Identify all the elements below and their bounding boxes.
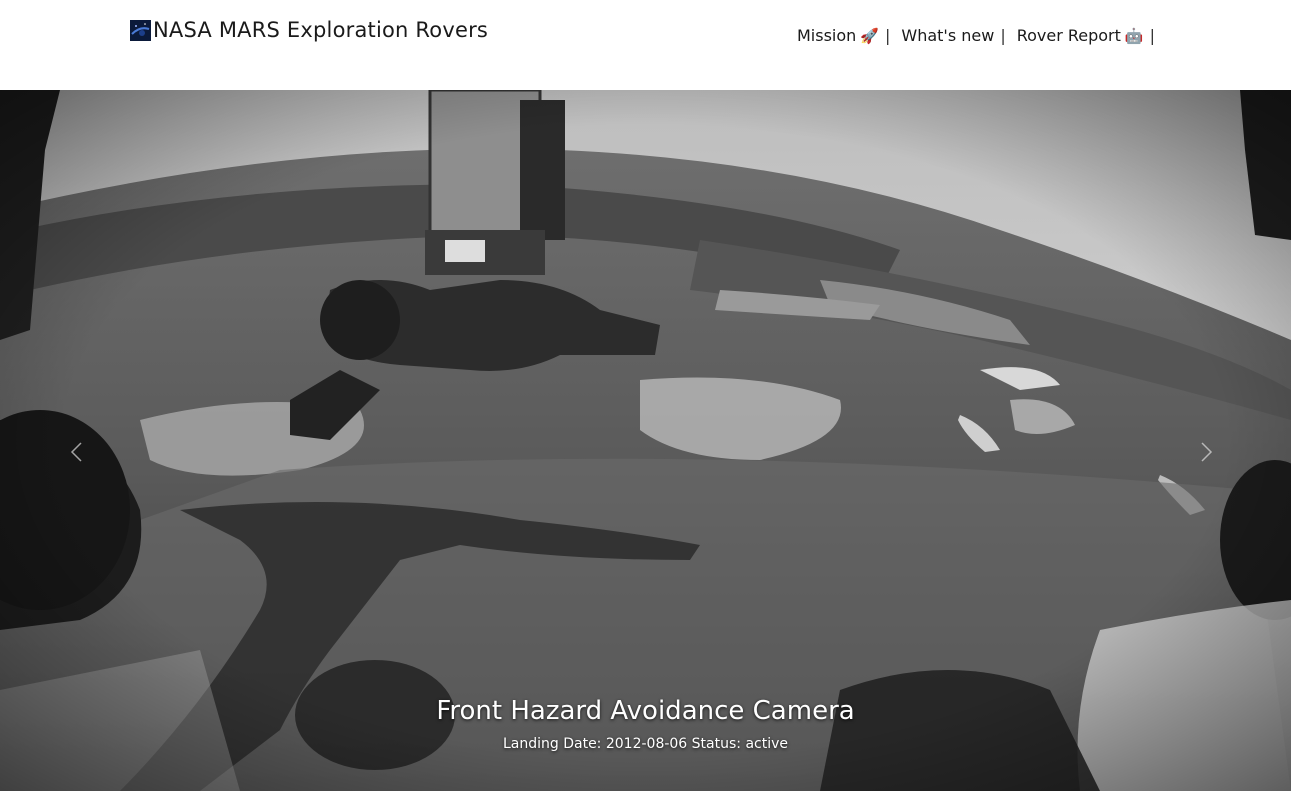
- nav-rover-report[interactable]: Rover Report 🤖: [1017, 26, 1144, 45]
- nav-mission[interactable]: Mission 🚀: [797, 26, 879, 45]
- nav-mission-label: Mission: [797, 26, 857, 45]
- site-header: NASA MARS Exploration Rovers Mission 🚀 |…: [0, 0, 1291, 90]
- carousel-caption-meta: Landing Date: 2012-08-06 Status: active: [502, 736, 788, 752]
- image-carousel: Front Hazard Avoidance Camera Landing Da…: [0, 90, 1291, 791]
- mars-surface-image: [0, 90, 1291, 791]
- chevron-right-icon[interactable]: [1193, 440, 1217, 464]
- nav-separator: |: [884, 26, 891, 45]
- nav-whats-new-label: What's new: [901, 26, 995, 45]
- main-nav: Mission 🚀 | What's new | Rover Report 🤖 …: [797, 26, 1155, 45]
- robot-icon: 🤖: [1124, 26, 1144, 45]
- carousel-caption-title: Front Hazard Avoidance Camera: [436, 696, 855, 726]
- nav-separator: |: [1000, 26, 1006, 45]
- nav-rover-report-label: Rover Report: [1016, 26, 1121, 45]
- nav-separator: |: [1149, 26, 1155, 45]
- rocket-icon: 🚀: [860, 26, 879, 45]
- chevron-left-icon[interactable]: [66, 440, 90, 464]
- nasa-logo-icon: [130, 19, 151, 41]
- nav-whats-new[interactable]: What's new: [901, 26, 994, 45]
- brand-title: NASA MARS Exploration Rovers: [153, 18, 489, 42]
- brand-link[interactable]: NASA MARS Exploration Rovers: [130, 18, 488, 42]
